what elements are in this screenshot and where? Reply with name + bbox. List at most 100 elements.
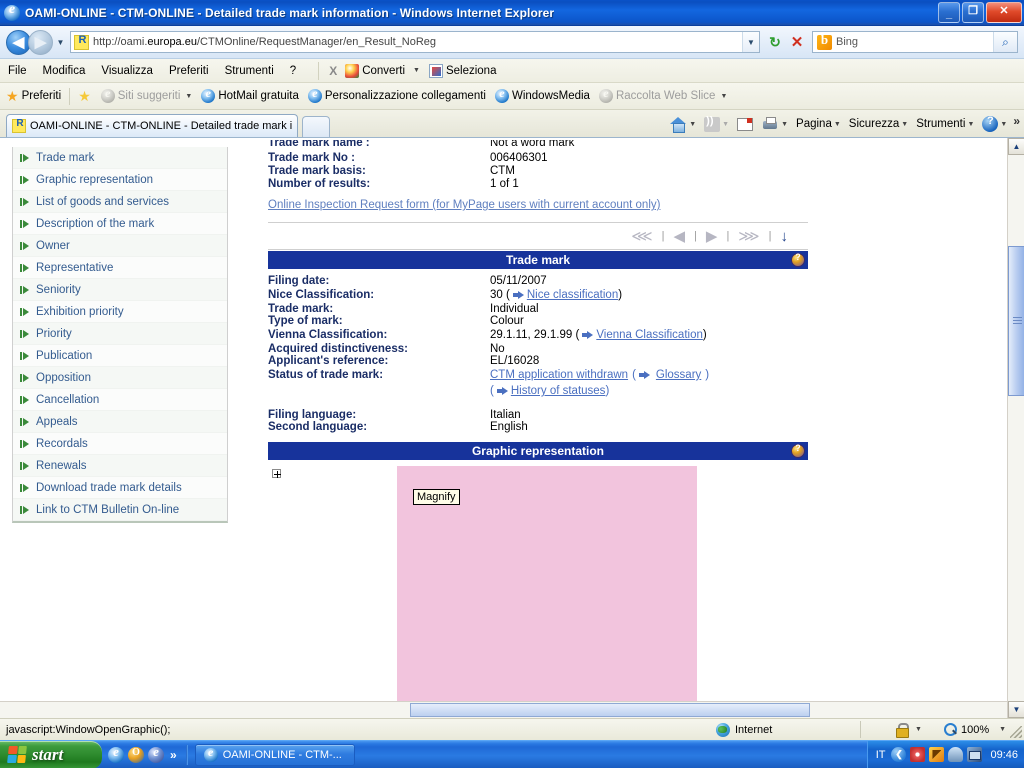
sidebar-item-appeals[interactable]: Appeals bbox=[13, 411, 227, 433]
volume-tray-icon[interactable] bbox=[948, 747, 964, 762]
fav-item-personalizzazione[interactable]: Personalizzazione collegamenti bbox=[307, 86, 486, 103]
zoom-caret-icon[interactable]: ▼ bbox=[999, 726, 1006, 733]
search-input[interactable]: Bing ⌕ bbox=[812, 31, 1018, 53]
tools-menu-button[interactable]: Strumenti ▼ bbox=[912, 116, 978, 132]
sidebar-item-representative[interactable]: Representative bbox=[13, 257, 227, 279]
vienna-classification-link[interactable]: Vienna Classification bbox=[596, 327, 703, 343]
close-toolbar-icon[interactable]: X bbox=[329, 64, 337, 78]
sidebar-item-renewals[interactable]: Renewals bbox=[13, 455, 227, 477]
network-tray-icon[interactable] bbox=[967, 747, 983, 762]
start-button[interactable]: start bbox=[0, 740, 102, 768]
fav-caret-icon-4[interactable]: ▼ bbox=[720, 93, 727, 100]
menu-item-visualizza[interactable]: Visualizza bbox=[93, 62, 161, 80]
forward-button[interactable]: ▶ bbox=[28, 29, 53, 55]
next-result-button[interactable]: ▶ bbox=[701, 229, 723, 244]
horizontal-scrollbar[interactable] bbox=[0, 701, 1007, 718]
sidebar-item-graphic-representation[interactable]: Graphic representation bbox=[13, 169, 227, 191]
menu-item-help[interactable]: ? bbox=[282, 62, 304, 80]
url-input[interactable]: http://oami.europa.eu/CTMOnline/RequestM… bbox=[70, 31, 760, 53]
sidebar-item-description-of-the-mark[interactable]: Description of the mark bbox=[13, 213, 227, 235]
clock[interactable]: 09:46 bbox=[990, 749, 1018, 761]
trade-mark-image[interactable]: Magnify bbox=[397, 466, 697, 703]
maximize-button[interactable]: ❐ bbox=[962, 2, 984, 23]
language-indicator[interactable]: IT bbox=[876, 749, 886, 761]
sidebar-item-opposition[interactable]: Opposition bbox=[13, 367, 227, 389]
convert-caret-icon[interactable]: ▼ bbox=[413, 67, 420, 74]
minimize-button[interactable]: _ bbox=[938, 2, 960, 23]
sidebar-item-link-to-ctm-bulletin[interactable]: Link to CTM Bulletin On-line bbox=[13, 499, 227, 521]
recent-pages-caret-icon[interactable]: ▼ bbox=[54, 38, 67, 47]
internet-explorer-icon[interactable] bbox=[108, 744, 124, 763]
zoom-control[interactable]: 100% ▼ bbox=[938, 720, 1012, 740]
security-zone[interactable]: Internet bbox=[710, 720, 778, 740]
scroll-up-button[interactable]: ▲ bbox=[1008, 138, 1024, 155]
close-button[interactable]: ✕ bbox=[986, 2, 1022, 23]
help-icon[interactable] bbox=[791, 252, 805, 267]
help-menu-button[interactable]: ▼ bbox=[978, 114, 1011, 134]
opera-icon[interactable] bbox=[128, 746, 144, 763]
security-menu-button[interactable]: Sicurezza ▼ bbox=[845, 116, 912, 132]
vertical-scrollbar-thumb[interactable] bbox=[1008, 246, 1024, 396]
history-of-statuses-link[interactable]: History of statuses bbox=[511, 383, 606, 399]
protected-mode-caret-icon[interactable]: ▼ bbox=[915, 726, 922, 733]
stop-button[interactable]: ✕ bbox=[786, 31, 808, 53]
sidebar-item-recordals[interactable]: Recordals bbox=[13, 433, 227, 455]
browser-icon[interactable] bbox=[148, 744, 164, 763]
resize-grip-icon[interactable] bbox=[1010, 726, 1022, 738]
nice-classification-link[interactable]: Nice classification bbox=[527, 287, 618, 303]
page-menu-button[interactable]: Pagina ▼ bbox=[792, 116, 845, 132]
mail-button[interactable] bbox=[733, 116, 757, 133]
search-go-button[interactable]: ⌕ bbox=[993, 32, 1017, 52]
menu-item-preferiti[interactable]: Preferiti bbox=[161, 62, 217, 80]
sidebar-item-list-of-goods-and-services[interactable]: List of goods and services bbox=[13, 191, 227, 213]
last-result-button[interactable]: ⋙ bbox=[733, 229, 764, 244]
scroll-down-button[interactable]: ▼ bbox=[1008, 701, 1024, 718]
antivirus-tray-icon[interactable] bbox=[910, 747, 926, 762]
tab-oami-online[interactable]: OAMI-ONLINE - CTM-ONLINE - Detailed trad… bbox=[6, 114, 298, 137]
vertical-scrollbar[interactable]: ▲ ▼ bbox=[1007, 138, 1024, 718]
horizontal-scrollbar-thumb[interactable] bbox=[410, 703, 810, 717]
sidebar-item-seniority[interactable]: Seniority bbox=[13, 279, 227, 301]
tray-expand-icon[interactable]: ❮ bbox=[891, 747, 907, 762]
sidebar-item-priority[interactable]: Priority bbox=[13, 323, 227, 345]
select-button[interactable]: Seleziona bbox=[428, 63, 496, 78]
protected-mode-indicator[interactable]: ▼ bbox=[888, 720, 928, 740]
url-dropdown-caret-icon[interactable]: ▼ bbox=[742, 32, 759, 52]
command-overflow-icon[interactable]: » bbox=[1013, 114, 1020, 128]
expand-plus-icon[interactable] bbox=[272, 469, 281, 478]
fav-item-hotmail[interactable]: HotMail gratuita bbox=[201, 86, 299, 103]
convert-button[interactable]: Converti ▼ bbox=[345, 63, 425, 78]
sidebar-item-exhibition-priority[interactable]: Exhibition priority bbox=[13, 301, 227, 323]
sidebar-item-publication[interactable]: Publication bbox=[13, 345, 227, 367]
fav-item-siti-suggeriti[interactable]: Siti suggeriti ▼ bbox=[100, 86, 192, 103]
taskbar-item-oami-online[interactable]: OAMI-ONLINE - CTM-... bbox=[194, 743, 355, 766]
fav-caret-icon-0[interactable]: ▼ bbox=[185, 93, 192, 100]
sidebar-item-owner[interactable]: Owner bbox=[13, 235, 227, 257]
home-button[interactable]: ▼ bbox=[665, 114, 700, 134]
online-inspection-request-link[interactable]: Online Inspection Request form (for MyPa… bbox=[268, 199, 808, 211]
add-to-favorites-icon[interactable]: ★ bbox=[78, 89, 91, 103]
fav-item-raccolta-web-slice[interactable]: Raccolta Web Slice ▼ bbox=[598, 86, 727, 103]
new-tab-button[interactable] bbox=[302, 116, 330, 137]
first-result-button[interactable]: ⋘ bbox=[626, 229, 657, 244]
sidebar-item-cancellation[interactable]: Cancellation bbox=[13, 389, 227, 411]
quick-launch-overflow-icon[interactable]: » bbox=[170, 748, 177, 762]
jump-down-button[interactable]: ↓ bbox=[776, 229, 794, 244]
sidebar-item-trade-mark[interactable]: Trade mark bbox=[13, 147, 227, 169]
warning-tray-icon[interactable] bbox=[929, 747, 945, 762]
feeds-button[interactable]: ▼ bbox=[700, 115, 733, 134]
menu-item-modifica[interactable]: Modifica bbox=[35, 62, 94, 80]
previous-result-button[interactable]: ◀ bbox=[668, 229, 690, 244]
menu-item-strumenti[interactable]: Strumenti bbox=[217, 62, 282, 80]
fav-item-windowsmedia[interactable]: WindowsMedia bbox=[494, 86, 590, 103]
print-caret-icon[interactable]: ▼ bbox=[781, 121, 788, 128]
home-caret-icon[interactable]: ▼ bbox=[689, 121, 696, 128]
help-icon[interactable] bbox=[791, 443, 805, 458]
print-button[interactable]: ▼ bbox=[757, 115, 792, 134]
sidebar-item-download-trade-mark-details[interactable]: Download trade mark details bbox=[13, 477, 227, 499]
status-link[interactable]: CTM application withdrawn bbox=[490, 367, 628, 383]
glossary-link[interactable]: Glossary bbox=[656, 367, 701, 383]
menu-item-file[interactable]: File bbox=[0, 62, 35, 80]
refresh-button[interactable]: ↻ bbox=[764, 31, 786, 53]
favorites-button-label[interactable]: Preferiti bbox=[22, 90, 62, 102]
